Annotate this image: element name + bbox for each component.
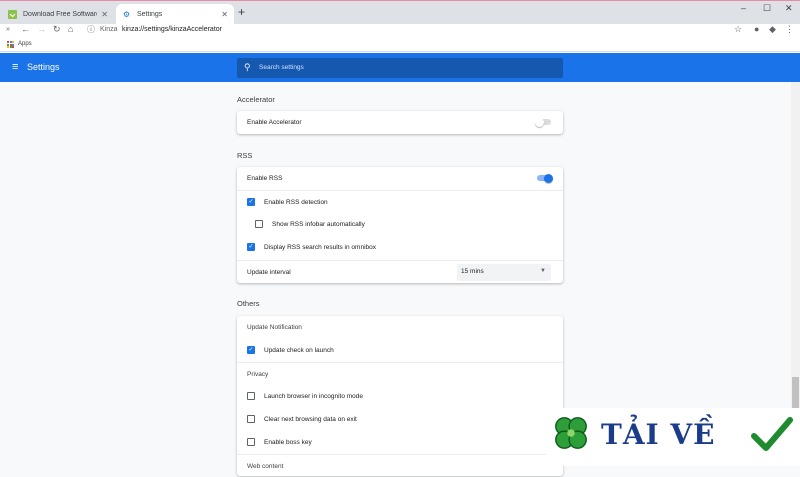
profile-icon[interactable]: ●	[754, 24, 759, 34]
apps-grid-icon[interactable]	[7, 41, 14, 48]
maximize-icon[interactable]: ☐	[763, 3, 771, 14]
page-title: Settings	[27, 62, 60, 72]
search-placeholder: Search settings	[259, 64, 304, 71]
boss-key-row[interactable]: Enable boss key	[237, 431, 563, 454]
new-tab-icon[interactable]: +	[238, 5, 245, 19]
rss-omnibox-label: Display RSS search results in omnibox	[264, 244, 376, 251]
forward-icon[interactable]: →	[37, 24, 46, 34]
others-card: Update Notification ✓ Update check on la…	[237, 316, 563, 476]
update-notification-heading: Update Notification	[237, 316, 563, 339]
boss-key-checkbox[interactable]	[247, 438, 255, 446]
web-content-label: Web content	[247, 463, 284, 470]
update-check-label: Update check on launch	[264, 347, 334, 354]
rss-detection-checkbox[interactable]: ✓	[247, 198, 255, 206]
close-icon[interactable]: ✕	[221, 10, 228, 19]
watermark-text: TẢI VỀ	[601, 418, 716, 451]
enable-rss-row[interactable]: Enable RSS	[237, 167, 563, 190]
privacy-heading: Privacy	[237, 362, 563, 385]
clear-data-label: Clear next browsing data on exit	[264, 416, 357, 423]
section-title-others: Others	[237, 299, 260, 308]
update-check-row[interactable]: ✓ Update check on launch	[237, 339, 563, 362]
tab-settings[interactable]: ⚙ Settings ✕	[116, 4, 234, 25]
rss-infobar-row[interactable]: Show RSS infobar automatically	[237, 213, 563, 236]
clear-data-checkbox[interactable]	[247, 415, 255, 423]
bookmark-star-icon[interactable]: ☆	[734, 24, 742, 35]
rss-omnibox-row[interactable]: ✓ Display RSS search results in omnibox	[237, 236, 563, 259]
incognito-checkbox[interactable]	[247, 392, 255, 400]
enable-accelerator-label: Enable Accelerator	[247, 119, 302, 126]
sidebar-toggle-icon[interactable]: »	[6, 26, 10, 33]
chevron-down-icon: ▼	[540, 268, 546, 274]
boss-key-label: Enable boss key	[264, 439, 312, 446]
rss-infobar-label: Show RSS infobar automatically	[272, 221, 365, 228]
tab-title: Settings	[137, 11, 163, 18]
incognito-row[interactable]: Launch browser in incognito mode	[237, 385, 563, 408]
hamburger-menu-icon[interactable]: ≡	[12, 62, 18, 73]
enable-accelerator-row[interactable]: Enable Accelerator	[237, 111, 563, 134]
privacy-label: Privacy	[247, 371, 269, 378]
address-bar[interactable]: kinza://settings/kinzaAccelerator	[122, 26, 222, 33]
menu-dots-icon[interactable]: ⋮	[785, 24, 794, 35]
minimize-icon[interactable]: –	[741, 3, 746, 13]
tab-download[interactable]: Download Free Software for Wind ✕	[2, 4, 114, 25]
clover-icon	[555, 417, 587, 449]
download-site-icon	[8, 10, 17, 19]
watermark-logo: TẢI VỀ	[546, 408, 800, 466]
home-icon[interactable]: ⌂	[68, 24, 73, 34]
settings-header: ≡ Settings ⚲ Search settings	[0, 53, 800, 82]
rss-detection-label: Enable RSS detection	[264, 199, 328, 206]
checkmark-icon	[751, 417, 793, 451]
rss-detection-row[interactable]: ✓ Enable RSS detection	[237, 190, 563, 213]
search-input[interactable]: ⚲ Search settings	[237, 58, 563, 78]
close-icon[interactable]: ✕	[101, 10, 108, 19]
update-notification-label: Update Notification	[247, 324, 302, 331]
rss-toggle[interactable]	[537, 173, 553, 183]
section-title-accelerator: Accelerator	[237, 95, 275, 104]
section-title-rss: RSS	[237, 151, 253, 160]
rss-card: Enable RSS ✓ Enable RSS detection Show R…	[237, 167, 563, 283]
window-close-icon[interactable]: ✕	[785, 3, 793, 14]
accelerator-toggle[interactable]	[535, 117, 551, 127]
tab-strip: Download Free Software for Wind ✕ ⚙ Sett…	[0, 0, 800, 25]
update-interval-row: Update interval 15 mins ▼	[237, 260, 563, 283]
reload-icon[interactable]: ↻	[53, 24, 61, 35]
tab-title: Download Free Software for Wind	[23, 11, 98, 18]
update-interval-label: Update interval	[247, 269, 291, 276]
accelerator-card: Enable Accelerator	[237, 111, 563, 134]
clear-data-row[interactable]: Clear next browsing data on exit	[237, 408, 563, 431]
apps-link[interactable]: Apps	[18, 41, 32, 47]
site-label: Kinza	[100, 26, 118, 33]
info-icon[interactable]: ⓘ	[87, 24, 95, 35]
browser-toolbar: » ← → ↻ ⌂ ⓘ Kinza kinza://settings/kinza…	[0, 24, 800, 38]
update-interval-value: 15 mins	[461, 268, 484, 275]
rss-omnibox-checkbox[interactable]: ✓	[247, 243, 255, 251]
gear-icon: ⚙	[122, 10, 131, 19]
back-icon[interactable]: ←	[21, 24, 30, 34]
enable-rss-label: Enable RSS	[247, 175, 283, 182]
incognito-label: Launch browser in incognito mode	[264, 393, 364, 400]
rss-infobar-checkbox[interactable]	[255, 220, 263, 228]
update-interval-select[interactable]: 15 mins ▼	[457, 264, 551, 281]
bookmarks-bar: Apps	[0, 38, 800, 52]
update-check-checkbox[interactable]: ✓	[247, 346, 255, 354]
search-icon: ⚲	[244, 62, 251, 72]
extension-icon[interactable]: ◆	[769, 24, 776, 35]
